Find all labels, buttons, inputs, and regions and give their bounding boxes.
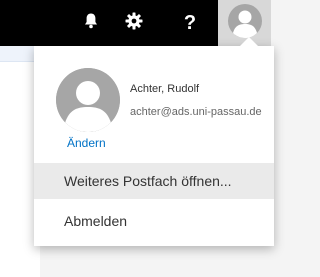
- user-email: achter@ads.uni-passau.de: [130, 106, 262, 118]
- menu-item-label: Abmelden: [64, 213, 128, 229]
- open-other-mailbox-item[interactable]: Weiteres Postfach öffnen...: [34, 163, 274, 199]
- menu-item-label: Weiteres Postfach öffnen...: [64, 173, 232, 189]
- profile-avatar: [56, 68, 120, 132]
- top-navigation-bar: ?: [0, 0, 271, 46]
- dropdown-caret: [239, 37, 259, 47]
- notifications-button[interactable]: [70, 0, 112, 46]
- settings-button[interactable]: [113, 0, 155, 46]
- help-icon: ?: [183, 12, 197, 34]
- gear-icon: [125, 12, 143, 35]
- bell-icon: [83, 12, 99, 34]
- user-name: Achter, Rudolf: [130, 83, 200, 95]
- account-dropdown: Ändern Achter, Rudolf achter@ads.uni-pas…: [34, 37, 274, 246]
- sign-out-item[interactable]: Abmelden: [34, 203, 274, 239]
- change-photo-link[interactable]: Ändern: [67, 136, 106, 150]
- help-button[interactable]: ?: [168, 0, 212, 46]
